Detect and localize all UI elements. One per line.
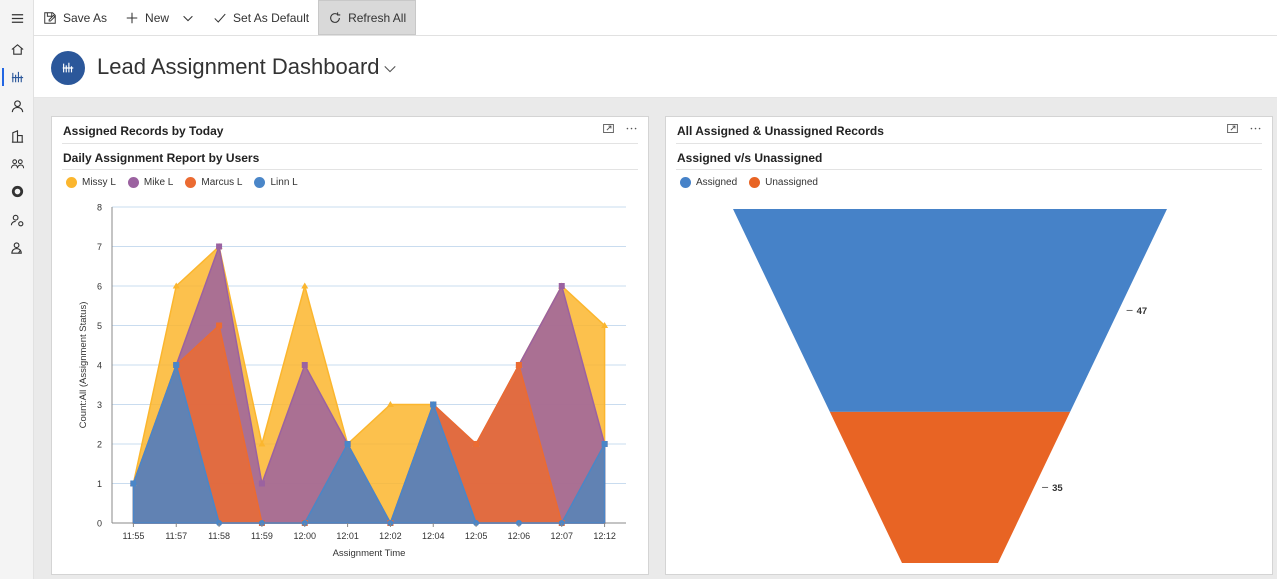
funnel-segment[interactable] [733, 209, 1167, 412]
dashboard-icon [62, 62, 74, 73]
y-tick-label: 0 [97, 519, 102, 529]
x-tick-label: 12:05 [465, 531, 488, 541]
save-as-icon [44, 11, 56, 24]
user-gear-icon [10, 214, 23, 226]
nav-teams-button[interactable] [0, 151, 34, 177]
team-icon [10, 158, 24, 168]
x-tick-label: 12:02 [379, 531, 402, 541]
dashboard-avatar [51, 51, 85, 85]
dashboard-icon [11, 71, 23, 82]
x-tick-label: 12:04 [422, 531, 445, 541]
data-point[interactable] [258, 480, 265, 487]
data-label: 35 [1052, 483, 1063, 494]
area-chart: 0 1 2 3 4 5 6 7 8 11:55 11:57 11:58 11:59 12:00 12:01 1… [78, 203, 626, 559]
hamburger-menu-button[interactable] [0, 5, 34, 31]
x-tick-label: 12:01 [336, 531, 359, 541]
data-point[interactable] [216, 322, 223, 329]
nav-assignment-button[interactable] [0, 235, 34, 261]
x-axis-title: Assignment Time [333, 548, 406, 559]
y-axis-title: Count:All (Assignment Status) [78, 302, 89, 429]
save-as-label: Save As [63, 10, 108, 25]
command-bar: Save As New Set As Default Refresh All [34, 0, 1277, 36]
hamburger-icon [11, 13, 23, 23]
nav-home-button[interactable] [0, 36, 34, 62]
funnel-segment[interactable] [829, 411, 1071, 563]
set-as-default-label: Set As Default [233, 10, 310, 25]
x-tick-label: 12:12 [593, 531, 616, 541]
home-icon [11, 43, 23, 55]
nav-dashboards-button[interactable] [0, 64, 34, 90]
refresh-all-label: Refresh All [348, 10, 407, 25]
y-tick-label: 7 [97, 242, 102, 252]
y-tick-label: 8 [97, 203, 102, 213]
save-as-button[interactable]: Save As [34, 0, 116, 35]
card-assigned-records-by-today: Assigned Records by Today Daily Assignme… [51, 116, 649, 575]
funnel-chart: 47 35 [733, 209, 1167, 563]
app-window: Save As New Set As Default Refresh All L… [0, 0, 1277, 579]
y-tick-label: 3 [97, 400, 102, 410]
dashboard-header: Lead Assignment Dashboard [34, 36, 1277, 98]
y-tick-label: 5 [97, 321, 102, 331]
refresh-all-button[interactable]: Refresh All [318, 0, 417, 35]
data-point[interactable] [301, 362, 308, 368]
globe-icon [11, 185, 23, 197]
nav-accounts-button[interactable] [0, 123, 34, 149]
set-as-default-button[interactable]: Set As Default [204, 0, 318, 35]
x-tick-label: 12:00 [293, 531, 316, 541]
data-point[interactable] [173, 362, 180, 368]
data-point[interactable] [473, 441, 480, 447]
user-assign-icon [10, 241, 22, 254]
data-label: 47 [1137, 306, 1148, 317]
dashboard-selector-chevron-icon[interactable] [383, 62, 397, 76]
x-tick-label: 11:57 [165, 531, 187, 541]
x-tick-label: 12:07 [550, 531, 573, 541]
nav-users-settings-button[interactable] [0, 207, 34, 233]
checkmark-icon [214, 13, 226, 23]
building-user-icon [11, 129, 23, 143]
data-point[interactable] [430, 401, 437, 408]
chevron-down-icon[interactable] [181, 11, 195, 25]
new-button[interactable]: New [116, 0, 204, 35]
person-icon [11, 99, 23, 112]
nav-globe-button[interactable] [0, 178, 34, 204]
data-point[interactable] [130, 480, 137, 487]
x-tick-label: 11:59 [251, 531, 273, 541]
x-tick-label: 12:06 [508, 531, 531, 541]
data-point[interactable] [216, 243, 223, 250]
x-tick-label: 11:55 [122, 531, 144, 541]
data-point[interactable] [344, 441, 351, 447]
plus-icon [126, 12, 138, 23]
data-point[interactable] [601, 441, 608, 447]
dashboard-title[interactable]: Lead Assignment Dashboard [97, 54, 380, 80]
y-tick-label: 6 [97, 282, 102, 292]
refresh-icon [330, 11, 341, 23]
card-all-assigned-unassigned: All Assigned & Unassigned Records Assign… [665, 116, 1273, 575]
nav-contacts-button[interactable] [0, 93, 34, 119]
new-label: New [145, 10, 170, 25]
data-point[interactable] [558, 283, 565, 289]
data-point[interactable] [515, 362, 522, 368]
left-nav-rail [0, 0, 34, 579]
y-tick-label: 2 [97, 440, 102, 450]
dashboard-content: Assigned Records by Today Daily Assignme… [34, 98, 1277, 579]
y-tick-label: 4 [97, 361, 102, 371]
y-tick-label: 1 [97, 479, 102, 489]
x-tick-label: 11:58 [208, 531, 230, 541]
